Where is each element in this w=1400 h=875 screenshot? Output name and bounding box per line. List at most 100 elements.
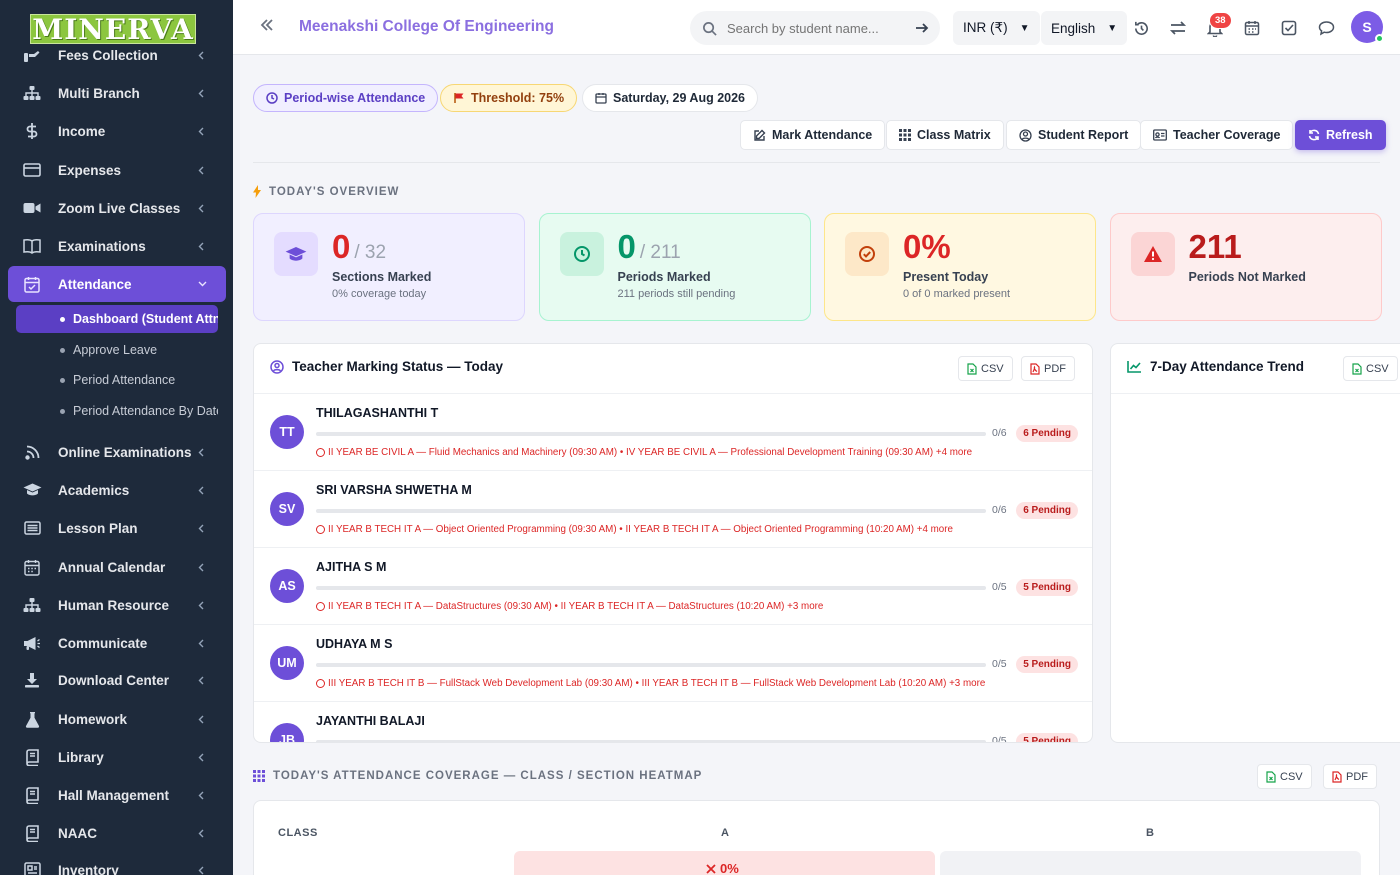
sidebar-item-label: Download Center [58, 672, 170, 688]
attendance-subitem-dashboard-student-attn-[interactable]: Dashboard (Student Attn) [16, 305, 218, 333]
list-icon [22, 518, 42, 538]
sidebar-item-expenses[interactable]: Expenses [8, 152, 226, 188]
teacher-row[interactable]: AS AJITHA S M 0/5 5 Pending II YEAR B TECH I… [254, 547, 1092, 624]
refresh-label: Refresh [1326, 128, 1373, 142]
heatmap-cell-b[interactable] [940, 851, 1361, 875]
sections-marked-card[interactable]: 0/ 32 Sections Marked 0% coverage today [253, 213, 525, 321]
graduation-cap-icon [274, 232, 318, 276]
sidebar-item-communicate[interactable]: Communicate [8, 625, 226, 661]
file-csv-icon [1352, 362, 1362, 375]
currency-select[interactable]: INR (₹) ▼ [953, 11, 1040, 45]
teacher-row[interactable]: JB JAYANTHI BALAJI 0/5 5 Pending [254, 701, 1092, 742]
sidebar-item-academics[interactable]: Academics [8, 472, 226, 508]
heatmap-col-b: B [1146, 827, 1155, 839]
edit-icon [753, 129, 766, 142]
refresh-button[interactable]: Refresh [1295, 120, 1386, 150]
chevron-left-icon [198, 166, 216, 175]
search-input[interactable] [727, 20, 907, 36]
calendar-icon[interactable] [1242, 18, 1262, 38]
marking-count: 0/6 [992, 427, 1007, 439]
heatmap-pdf-button[interactable]: PDF [1323, 764, 1377, 789]
teacher-row[interactable]: SV SRI VARSHA SHWETHA M 0/6 6 Pending II YEA… [254, 470, 1092, 547]
sidebar-item-inventory[interactable]: Inventory [8, 852, 226, 875]
teacher-pdf-button[interactable]: PDF [1021, 356, 1075, 381]
chat-icon[interactable] [1316, 18, 1336, 38]
teacher-status-panel: Teacher Marking Status — Today CSV PDF T… [253, 343, 1093, 743]
sidebar-item-online-examinations[interactable]: Online Examinations [8, 434, 226, 470]
card-value-number: 0 [332, 228, 351, 265]
sidebar-item-zoom-live-classes[interactable]: Zoom Live Classes [8, 190, 226, 226]
threshold-label: Threshold: 75% [471, 91, 565, 105]
sidebar-item-income[interactable]: Income [8, 113, 226, 149]
class-matrix-button[interactable]: Class Matrix [886, 120, 1004, 150]
sidebar-item-label: Income [58, 123, 106, 139]
file-csv-icon [967, 362, 977, 375]
language-select[interactable]: English ▼ [1041, 11, 1128, 45]
checklist-icon[interactable] [1279, 18, 1299, 38]
present-today-card[interactable]: 0% Present Today 0 of 0 marked present [824, 213, 1096, 321]
card-label: Periods Marked [617, 270, 711, 284]
card-value: 0/ 32 [332, 228, 386, 266]
heatmap-csv-button[interactable]: CSV [1257, 764, 1312, 789]
marking-progress-bar [316, 663, 986, 667]
chevron-left-icon [198, 791, 216, 800]
sidebar-item-examinations[interactable]: Examinations [8, 228, 226, 264]
chevron-down-icon: ▼ [1107, 22, 1118, 34]
periods-marked-card[interactable]: 0/ 211 Periods Marked 211 periods still pe… [538, 213, 811, 321]
pending-badge: 5 Pending [1016, 733, 1078, 742]
overview-heading: TODAY'S OVERVIEW [253, 185, 399, 198]
pending-badge: 6 Pending [1016, 502, 1078, 519]
date-label: Saturday, 29 Aug 2026 [613, 91, 746, 105]
search-icon [702, 21, 717, 36]
sidebar-item-homework[interactable]: Homework [8, 701, 226, 737]
sidebar-item-download-center[interactable]: Download Center [8, 662, 226, 698]
switch-icon[interactable] [1168, 18, 1188, 38]
sidebar-item-label: Academics [58, 482, 130, 498]
history-icon[interactable] [1131, 18, 1151, 38]
trend-csv-button[interactable]: CSV [1343, 356, 1398, 381]
chevron-left-icon [198, 204, 216, 213]
sidebar-item-label: Lesson Plan [58, 520, 138, 536]
student-report-button[interactable]: Student Report [1006, 120, 1142, 150]
teacher-row[interactable]: TT THILAGASHANTHI T 0/6 6 Pending II YEAR BE… [254, 393, 1092, 470]
heatmap-pdf-label: PDF [1346, 770, 1368, 783]
pending-periods-text: II YEAR B TECH IT A — DataStructures (09… [328, 601, 824, 612]
trend-panel-title: 7-Day Attendance Trend [1127, 359, 1304, 374]
chevron-down-icon [198, 281, 216, 287]
sidebar-item-naac[interactable]: NAAC [8, 815, 226, 851]
brand-logo[interactable]: MINERVA [30, 13, 196, 46]
attendance-subitem-period-attendance[interactable]: Period Attendance [16, 366, 218, 394]
chevron-down-icon: ▼ [1019, 22, 1030, 34]
pending-periods-detail: II YEAR B TECH IT A — Object Oriented Pr… [316, 524, 953, 535]
teacher-row[interactable]: UM UDHAYA M S 0/5 5 Pending III YEAR B TECH … [254, 624, 1092, 701]
teacher-coverage-button[interactable]: Teacher Coverage [1140, 120, 1294, 150]
attendance-subitem-label: Dashboard (Student Attn) [73, 312, 218, 326]
panel-divider [1111, 393, 1400, 394]
heatmap-cell-a[interactable]: 0% [514, 851, 935, 875]
sidebar-item-lesson-plan[interactable]: Lesson Plan [8, 510, 226, 546]
sidebar-item-attendance[interactable]: Attendance [8, 266, 226, 302]
college-name[interactable]: Meenakshi College Of Engineering [299, 18, 554, 36]
user-avatar[interactable]: S [1351, 11, 1384, 43]
student-search [690, 11, 940, 45]
search-submit-icon[interactable] [915, 21, 929, 35]
periods-not-marked-card[interactable]: 211 Periods Not Marked [1109, 213, 1382, 321]
file-csv-icon [1266, 770, 1276, 783]
marking-progress-bar [316, 509, 986, 513]
teacher-csv-label: CSV [981, 362, 1004, 375]
sidebar-item-library[interactable]: Library [8, 739, 226, 775]
chevron-left-icon [198, 89, 216, 98]
sidebar-item-multi-branch[interactable]: Multi Branch [8, 75, 226, 111]
main-content: Period-wise Attendance Threshold: 75% Sa… [233, 55, 1400, 875]
sidebar-item-hall-management[interactable]: Hall Management [8, 777, 226, 813]
chevron-left-icon [198, 753, 216, 762]
grid-icon [899, 129, 911, 141]
collapse-sidebar-icon[interactable] [259, 17, 275, 33]
sidebar-item-annual-calendar[interactable]: Annual Calendar [8, 549, 226, 585]
mark-attendance-button[interactable]: Mark Attendance [740, 120, 886, 150]
sidebar-item-human-resource[interactable]: Human Resource [8, 587, 226, 623]
attendance-subitem-period-attendance-by-date[interactable]: Period Attendance By Date [16, 397, 218, 425]
teacher-name: AJITHA S M [316, 560, 387, 574]
teacher-csv-button[interactable]: CSV [958, 356, 1013, 381]
attendance-subitem-approve-leave[interactable]: Approve Leave [16, 336, 218, 364]
